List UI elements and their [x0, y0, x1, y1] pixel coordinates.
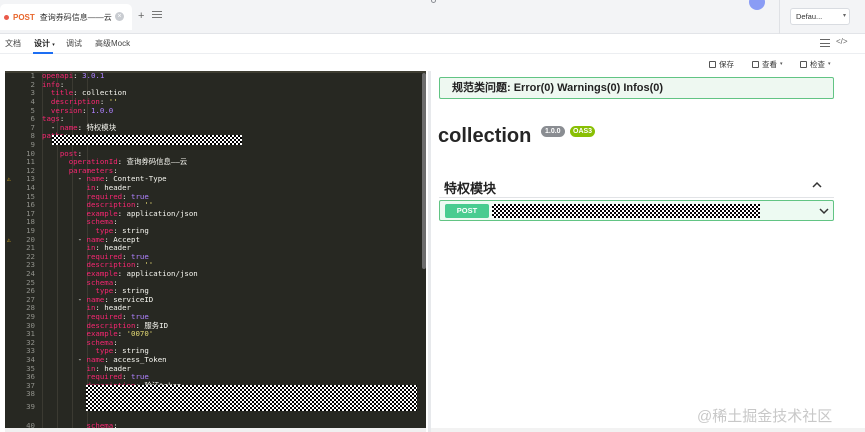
- code-token: :: [82, 105, 91, 115]
- tab-bar: POST 查询券码信息——云 × + Defau... ▾: [0, 0, 865, 34]
- redacted-path: [52, 135, 242, 145]
- code-line: 5 version: 1.0.0: [5, 105, 420, 116]
- code-token: : application/json: [117, 208, 198, 218]
- line-number: 39: [26, 402, 35, 411]
- pane-splitter[interactable]: [428, 71, 431, 432]
- tab-design-label: 设计: [34, 39, 50, 48]
- code-token: '0070': [126, 329, 154, 339]
- version-badge: 1.0.0: [541, 126, 565, 137]
- code-token: : application/json: [117, 269, 198, 278]
- chevron-down-icon: ▾: [828, 61, 831, 67]
- close-icon[interactable]: ×: [115, 12, 124, 21]
- page: POST 查询券码信息——云 × + Defau... ▾ 文档 设计 ▾ 调试…: [0, 0, 865, 432]
- request-tab[interactable]: POST 查询券码信息——云 ×: [0, 4, 132, 30]
- line-number: 38: [26, 389, 35, 399]
- tab-design[interactable]: 设计 ▾: [34, 38, 55, 49]
- toolbar-divider: [779, 0, 780, 34]
- list-icon[interactable]: [820, 39, 830, 48]
- post-method-badge: POST: [445, 204, 489, 218]
- code-token: :: [73, 71, 83, 81]
- code-token: : 特权模块: [77, 122, 117, 132]
- chevron-down-icon: ▾: [842, 13, 846, 19]
- save-button[interactable]: 保存: [709, 58, 734, 70]
- lint-summary: 规范类问题: Error(0) Warnings(0) Infos(0): [439, 77, 834, 99]
- yaml-editor[interactable]: 1 openapi: 3.0.1 2 info: 3 title: collection…: [5, 71, 426, 432]
- environment-value: Defau...: [796, 12, 823, 21]
- window-handle-icon: [431, 0, 436, 3]
- chevron-down-icon: ▾: [780, 61, 783, 67]
- code-token: 1.0.0: [90, 105, 114, 115]
- code-icon[interactable]: </>: [836, 37, 848, 46]
- spec-badge: OAS3: [570, 126, 596, 137]
- code-token: : 查询券码信息——云: [117, 157, 188, 167]
- environment-select[interactable]: Defau... ▾: [790, 8, 850, 25]
- operation-row[interactable]: POST: [439, 200, 834, 221]
- view-icon: [752, 60, 759, 68]
- warning-icon[interactable]: ⚠: [7, 175, 11, 184]
- preview-horizontal-scrollbar[interactable]: [431, 428, 865, 432]
- editor-scrollbar[interactable]: [422, 73, 426, 269]
- check-icon: [800, 60, 807, 68]
- check-label: 检查: [810, 59, 825, 69]
- section-divider: [439, 197, 834, 198]
- editor-horizontal-scrollbar[interactable]: [5, 428, 426, 432]
- view-button[interactable]: 查看 ▾: [752, 58, 783, 70]
- tab-title: 查询券码信息——云: [39, 12, 112, 22]
- tab-debug[interactable]: 调试: [66, 38, 82, 49]
- avatar[interactable]: [749, 0, 765, 10]
- tab-method-label: POST: [13, 12, 35, 22]
- chevron-down-icon: ▾: [52, 42, 55, 48]
- tab-docs[interactable]: 文档: [5, 38, 21, 49]
- add-tab-icon[interactable]: +: [138, 11, 144, 22]
- tag-section-title[interactable]: 特权模块: [444, 178, 496, 197]
- chevron-down-icon[interactable]: [818, 205, 830, 217]
- redacted-token-example: [86, 385, 417, 411]
- api-title: collection: [438, 125, 532, 147]
- tab-advanced-mock[interactable]: 高级Mock: [95, 38, 130, 49]
- check-button[interactable]: 检查 ▾: [800, 58, 831, 70]
- active-tab-indicator: [33, 52, 53, 54]
- warning-icon[interactable]: ⚠: [7, 236, 11, 245]
- save-label: 保存: [719, 59, 734, 69]
- code-token: :: [117, 329, 127, 339]
- sub-nav: 文档 设计 ▾ 调试 高级Mock </>: [0, 34, 865, 54]
- code-token: 3.0.1: [82, 71, 105, 81]
- unsaved-dot: [4, 14, 9, 20]
- save-icon: [709, 60, 716, 68]
- chevron-up-icon[interactable]: [810, 178, 824, 192]
- view-label: 查看: [762, 59, 777, 69]
- redacted-operation-path: [492, 204, 760, 218]
- watermark: @稀土掘金技术社区: [697, 408, 833, 425]
- tab-list-icon[interactable]: [152, 11, 162, 21]
- code-line: 1 openapi: 3.0.1: [5, 71, 420, 81]
